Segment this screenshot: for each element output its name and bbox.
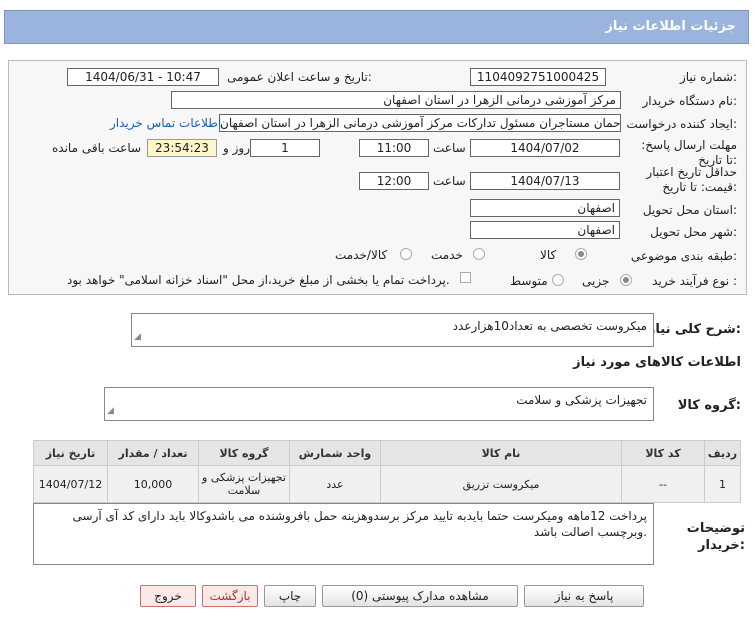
reply-deadline-label: مهلت ارسال پاسخ: تا تاریخ: (641, 138, 737, 167)
table-row: 1 -- میکروست تزریق عدد تجهیزات پزشکی و س… (33, 465, 741, 503)
cell-code: -- (621, 465, 705, 503)
days-field: 1 (250, 139, 320, 157)
general-desc-label: شرح کلی نیاز: (647, 322, 741, 337)
province-field: اصفهان (470, 199, 620, 217)
remaining-time-label: ساعت باقی مانده (52, 141, 142, 155)
exit-button[interactable]: خروج (140, 585, 196, 607)
process-label: نوع فرآیند خرید : (652, 274, 737, 288)
validity-label: حداقل تاریخ اعتبار قیمت: تا تاریخ: (646, 165, 737, 194)
page-title: جزئیات اطلاعات نیاز (605, 19, 736, 34)
category-label: طبقه بندی موضوعی: (630, 249, 737, 263)
goods-group-label: گروه کالا: (677, 398, 741, 413)
city-label: شهر محل تحویل: (650, 225, 737, 239)
category-radio-goods[interactable] (575, 248, 587, 260)
print-button[interactable]: چاپ (264, 585, 316, 607)
need-number-field: 1104092751000425 (470, 68, 606, 86)
header-bar: جزئیات اطلاعات نیاز (4, 10, 749, 44)
process-option-minor: جزیی (582, 274, 610, 288)
buyer-notes-label: توضیحات خریدار: (686, 521, 745, 553)
goods-group-text: تجهیزات پزشکی و سلامت (516, 393, 647, 407)
col-date: تاریخ نیاز (33, 440, 108, 466)
cell-row: 1 (704, 465, 741, 503)
col-group: گروه کالا (198, 440, 290, 466)
process-radio-minor[interactable] (620, 274, 632, 286)
reply-time-field: 11:00 (359, 139, 429, 157)
city-field: اصفهان (470, 221, 620, 239)
general-desc-textarea[interactable]: میکروست تخصصی به تعداد10هزارعدد ◢ (131, 313, 654, 347)
reply-time-label: ساعت (433, 141, 466, 155)
col-name: نام کالا (380, 440, 622, 466)
cell-name: میکروست تزریق (380, 465, 622, 503)
items-table: ردیف کد کالا نام کالا واحد شمارش گروه کا… (33, 440, 741, 503)
remaining-time-field: 23:54:23 (147, 139, 217, 157)
process-option-medium: متوسط (510, 274, 548, 288)
buyer-notes-text: پرداخت 12ماهه ومیکرست حتما بایدبه تایید … (72, 509, 647, 539)
cell-group: تجهیزات پزشکی و سلامت (198, 465, 290, 503)
table-header-row: ردیف کد کالا نام کالا واحد شمارش گروه کا… (33, 440, 741, 466)
attachments-button[interactable]: مشاهده مدارک پیوستی (0) (322, 585, 518, 607)
cell-date: 1404/07/12 (33, 465, 108, 503)
buyer-org-field: مرکز آموزشی درمانی الزهرا در استان اصفها… (171, 91, 621, 109)
cell-qty: 10,000 (107, 465, 199, 503)
requester-label: ایجاد کننده درخواست: (626, 117, 737, 131)
category-radio-service[interactable] (473, 248, 485, 260)
need-number-label: شماره نیاز: (679, 70, 737, 84)
back-button[interactable]: بازگشت (202, 585, 258, 607)
category-option-goods-service: کالا/خدمت (335, 248, 388, 262)
province-label: استان محل تحویل: (642, 203, 737, 217)
need-details-page: جزئیات اطلاعات نیاز AriaTender.neT شماره… (0, 0, 755, 622)
resize-grip-icon[interactable]: ◢ (107, 403, 114, 419)
col-qty: تعداد / مقدار (107, 440, 199, 466)
validity-date-field: 1404/07/13 (470, 172, 620, 190)
category-radio-goods-service[interactable] (400, 248, 412, 260)
requester-field: رحمان مستاجران مسئول تدارکات مرکز آموزشی… (219, 114, 621, 132)
general-desc-text: میکروست تخصصی به تعداد10هزارعدد (452, 319, 647, 333)
validity-time-field: 12:00 (359, 172, 429, 190)
reply-button[interactable]: پاسخ به نیاز (524, 585, 644, 607)
buyer-notes-textarea[interactable]: پرداخت 12ماهه ومیکرست حتما بایدبه تایید … (33, 503, 654, 565)
buyer-org-label: نام دستگاه خریدار: (642, 94, 738, 108)
col-row: ردیف (704, 440, 741, 466)
treasury-checkbox[interactable] (460, 272, 471, 283)
goods-group-textarea[interactable]: تجهیزات پزشکی و سلامت ◢ (104, 387, 654, 421)
goods-section-title: اطلاعات کالاهای مورد نیاز (573, 355, 741, 370)
announce-field: 1404/06/31 - 10:47 (67, 68, 219, 86)
cell-unit: عدد (289, 465, 381, 503)
category-option-service: خدمت (431, 248, 463, 262)
resize-grip-icon[interactable]: ◢ (134, 329, 141, 345)
category-option-goods: کالا (540, 248, 557, 262)
validity-time-label: ساعت (433, 174, 466, 188)
announce-label: تاریخ و ساعت اعلان عمومی: (227, 70, 372, 84)
header: جزئیات اطلاعات نیاز (0, 0, 755, 50)
col-code: کد کالا (621, 440, 705, 466)
days-label: روز و (223, 141, 250, 155)
reply-date-field: 1404/07/02 (470, 139, 620, 157)
treasury-note: پرداخت تمام یا بخشی از مبلغ خرید،از محل … (67, 273, 450, 287)
col-unit: واحد شمارش (289, 440, 381, 466)
process-radio-medium[interactable] (552, 274, 564, 286)
buyer-contact-link[interactable]: اطلاعات تماس خریدار (110, 116, 221, 130)
